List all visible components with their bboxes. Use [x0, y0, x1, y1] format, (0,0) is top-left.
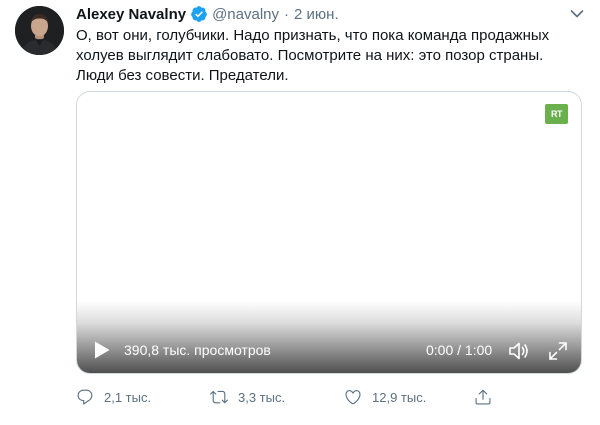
author-name[interactable]: Alexey Navalny — [76, 6, 186, 23]
chevron-down-icon[interactable] — [566, 4, 588, 24]
tweet-date[interactable]: 2 июн. — [294, 6, 339, 23]
verified-badge-icon — [190, 5, 208, 23]
like-button[interactable]: 12,9 тыс. — [344, 385, 426, 409]
fullscreen-icon[interactable] — [548, 341, 568, 361]
like-count: 12,9 тыс. — [372, 389, 427, 405]
share-button[interactable] — [474, 385, 492, 409]
video-player[interactable]: RT 390,8 тыс. просмотров 0:00 / 1:00 — [76, 91, 582, 374]
tweet: Alexey Navalny @navalny · 2 июн. О, вот … — [0, 0, 600, 425]
retweet-count: 3,3 тыс. — [238, 389, 286, 405]
volume-icon[interactable] — [508, 341, 530, 361]
reply-count: 2,1 тыс. — [104, 389, 152, 405]
play-icon[interactable] — [93, 340, 111, 360]
retweet-button[interactable]: 3,3 тыс. — [210, 385, 285, 409]
action-bar: 2,1 тыс. 3,3 тыс. 12,9 тыс. — [76, 385, 506, 409]
tweet-header: Alexey Navalny @navalny · 2 июн. — [76, 4, 339, 24]
retweet-icon — [210, 388, 228, 406]
tweet-text: О, вот они, голубчики. Надо признать, чт… — [76, 27, 550, 84]
avatar[interactable] — [15, 6, 64, 55]
heart-icon — [344, 388, 362, 406]
video-controls: 390,8 тыс. просмотров 0:00 / 1:00 — [77, 301, 581, 373]
share-icon — [474, 388, 492, 406]
view-count: 390,8 тыс. просмотров — [124, 342, 271, 358]
reply-button[interactable]: 2,1 тыс. — [76, 385, 151, 409]
reply-icon — [76, 388, 94, 406]
author-handle[interactable]: @navalny — [212, 6, 279, 23]
separator-dot: · — [284, 5, 290, 23]
rt-watermark: RT — [545, 104, 568, 124]
video-time: 0:00 / 1:00 — [426, 342, 493, 358]
